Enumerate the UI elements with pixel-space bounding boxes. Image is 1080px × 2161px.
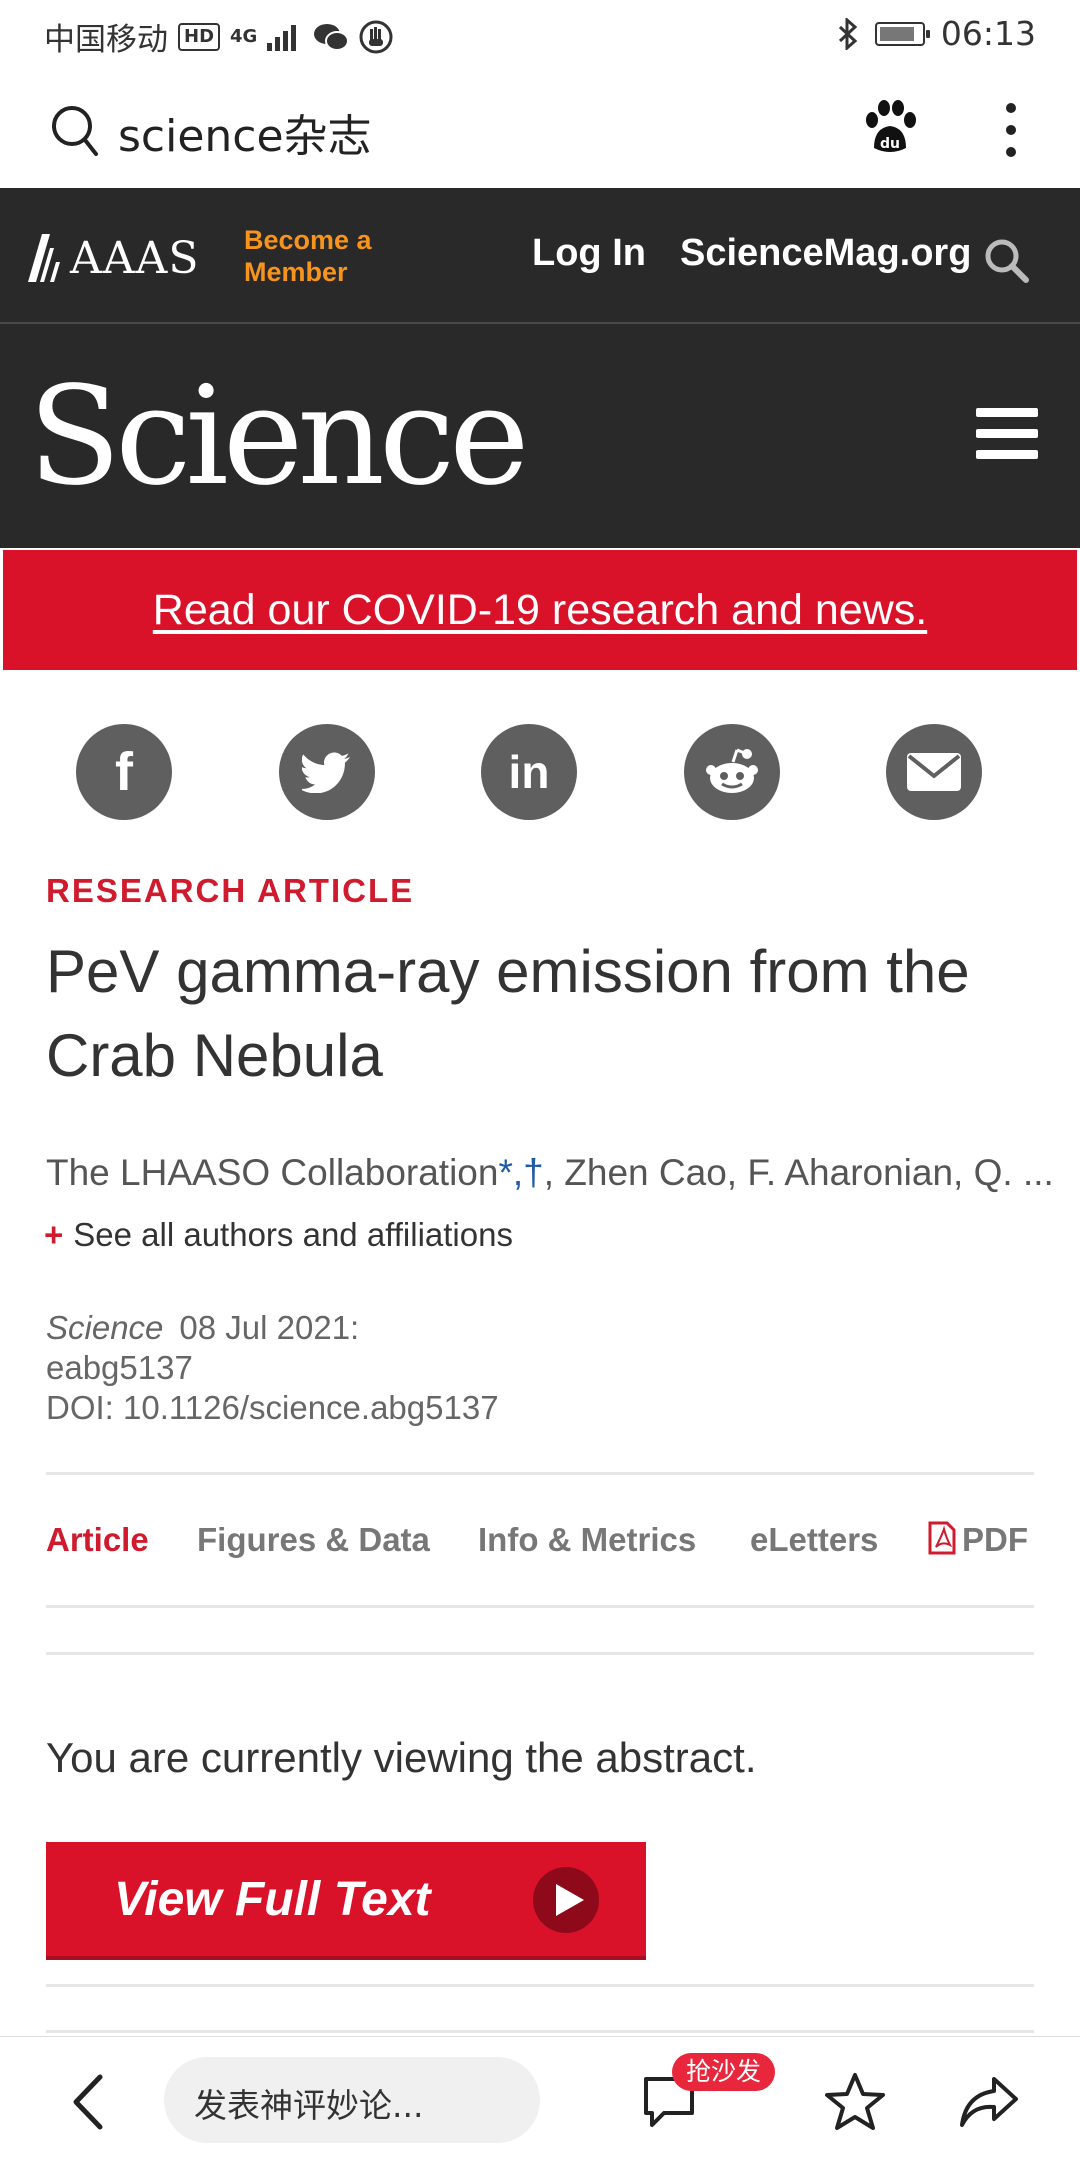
view-full-text-label: View Full Text	[114, 1873, 431, 1926]
comment-input[interactable]: 发表神评妙论...	[164, 2057, 540, 2143]
become-member-link[interactable]: Become a Member	[244, 224, 372, 288]
journal-name: Science	[46, 1309, 164, 1346]
divider	[46, 1984, 1034, 1987]
share-arrow-icon[interactable]	[958, 2073, 1020, 2131]
battery-icon	[874, 21, 930, 46]
doi: DOI: 10.1126/science.abg5137	[46, 1389, 499, 1426]
linkedin-glyph: in	[508, 746, 550, 798]
back-arrow-icon[interactable]	[68, 2073, 108, 2131]
sofa-badge[interactable]: 抢沙发	[672, 2053, 776, 2091]
notification-hand-icon	[359, 20, 393, 53]
author-marks[interactable]: *,†	[498, 1152, 543, 1193]
aaas-logo[interactable]: AAAS	[28, 230, 199, 286]
email-icon[interactable]	[886, 724, 982, 820]
twitter-bird-icon	[302, 752, 350, 793]
hamburger-menu-icon[interactable]	[976, 408, 1038, 460]
tab-pdf-label: PDF	[962, 1521, 1028, 1558]
baidu-paw-icon[interactable]: du	[860, 98, 920, 158]
abstract-notice: You are currently viewing the abstract.	[46, 1734, 757, 1781]
article-id: eabg5137	[46, 1349, 193, 1386]
header-search-icon[interactable]	[982, 236, 1032, 286]
search-icon[interactable]	[50, 104, 100, 158]
author-list[interactable]: The LHAASO Collaboration*,†, Zhen Cao, F…	[46, 1152, 1056, 1194]
aaas-header: AAAS Become a Member Log In ScienceMag.o…	[0, 188, 1080, 324]
twitter-icon[interactable]	[279, 724, 375, 820]
publish-date: 08 Jul 2021:	[179, 1309, 360, 1346]
tab-info-metrics[interactable]: Info & Metrics	[478, 1521, 696, 1559]
citation-block: Science 08 Jul 2021: eabg5137 DOI: 10.112…	[46, 1308, 499, 1428]
network-type: 4G	[230, 25, 258, 47]
covid-research-link[interactable]: Read our COVID-19 research and news.	[3, 586, 1077, 635]
login-link[interactable]: Log In	[532, 232, 646, 275]
science-masthead: Science	[0, 324, 1080, 548]
article-tabs: Article Figures & Data Info & Metrics eL…	[46, 1472, 1034, 1608]
tab-figures-data[interactable]: Figures & Data	[197, 1521, 430, 1559]
expand-plus-icon: +	[44, 1216, 64, 1253]
science-logo[interactable]: Science	[28, 369, 530, 505]
status-right: 06:13	[837, 14, 1036, 53]
covid-banner: Read our COVID-19 research and news.	[3, 550, 1077, 670]
reddit-icon[interactable]	[684, 724, 780, 820]
play-arrow-icon	[533, 1867, 599, 1933]
tab-eletters[interactable]: eLetters	[750, 1521, 878, 1559]
aaas-mark-icon	[28, 234, 60, 282]
article-title: PeV gamma-ray emission from the Crab Neb…	[46, 938, 970, 1089]
carrier-name: 中国移动	[44, 22, 168, 58]
envelope-icon	[907, 753, 961, 791]
comment-placeholder: 发表神评妙论...	[194, 2086, 424, 2125]
see-all-label: See all authors and affiliations	[73, 1216, 513, 1253]
reddit-alien-icon	[706, 748, 758, 793]
become-line-2: Member	[244, 257, 348, 287]
bluetooth-icon	[838, 17, 858, 50]
search-query[interactable]: science杂志	[118, 100, 372, 164]
favorite-star-icon[interactable]	[824, 2071, 886, 2133]
author-rest[interactable]: , Zhen Cao, F. Aharonian, Q. ...	[544, 1152, 1054, 1193]
hd-badge: HD	[178, 22, 221, 51]
see-all-authors-link[interactable]: + See all authors and affiliations	[44, 1216, 513, 1254]
more-menu-icon[interactable]	[996, 100, 1026, 160]
linkedin-icon[interactable]: in	[481, 724, 577, 820]
share-row: f in	[0, 724, 1080, 822]
signal-icon	[267, 24, 297, 51]
wechat-icon	[314, 23, 350, 51]
browser-search-bar[interactable]: science杂志 du	[0, 72, 1080, 188]
clock: 06:13	[940, 14, 1036, 53]
sciencemag-link[interactable]: ScienceMag.org	[680, 232, 971, 275]
pdf-icon	[928, 1521, 956, 1555]
svg-text:du: du	[880, 136, 900, 152]
status-bar: 中国移动 HD 4G 06:13	[0, 0, 1080, 72]
status-left: 中国移动 HD 4G	[44, 14, 393, 59]
divider	[46, 1652, 1034, 1655]
aaas-wordmark: AAAS	[70, 232, 200, 284]
facebook-icon[interactable]: f	[76, 724, 172, 820]
article-kicker: RESEARCH ARTICLE	[46, 872, 415, 909]
tab-article[interactable]: Article	[46, 1521, 149, 1559]
author-lead[interactable]: The LHAASO Collaboration	[46, 1152, 498, 1193]
become-line-1: Become a	[244, 225, 372, 255]
tab-pdf[interactable]: PDF	[928, 1521, 1028, 1559]
browser-bottom-bar: 发表神评妙论... 抢沙发	[0, 2036, 1080, 2161]
divider	[46, 2030, 1034, 2033]
view-full-text-button[interactable]: View Full Text	[46, 1842, 646, 1960]
facebook-glyph: f	[115, 742, 133, 802]
